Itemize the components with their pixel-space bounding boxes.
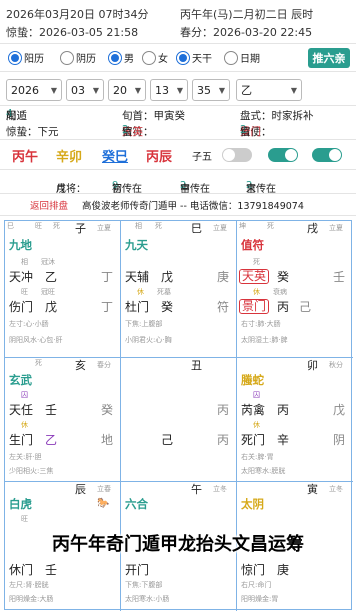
- palace-cell: 死 亥 春分 玄武 囚 天任 壬 癸 休 生门 乙 地 左关:肝·胆 少阳相火:…: [5, 358, 121, 482]
- door-name: 休门: [9, 563, 34, 577]
- god-name: 值符: [241, 238, 264, 252]
- chevron-down-icon: ▼: [176, 85, 183, 95]
- options-row: 阳历 阴历 男 女 天干 日期 推六亲: [0, 44, 356, 72]
- radio-indicator: [108, 50, 122, 65]
- toggle-switch-2[interactable]: [268, 148, 298, 162]
- god-name: 六合: [125, 497, 148, 511]
- star-name: 天冲: [9, 270, 34, 284]
- contact-text: 高俊波老师传奇门遁甲 -- 电话微信：13791849074: [82, 201, 304, 212]
- horse-icon: 🐎: [97, 498, 110, 509]
- sanchuan-info: 月将：戊 初传在 9 宫 中传在 2 宫 末传在 2 宫: [0, 170, 356, 195]
- pillar-month: 辛卯: [56, 150, 83, 165]
- chunfen-time: 春分：2026-03-20 22:45: [180, 26, 313, 39]
- god-name: 九天: [125, 238, 148, 252]
- radio-indicator: [224, 50, 238, 65]
- pillar-day: 癸巳: [102, 150, 129, 165]
- door-name: 死门: [241, 433, 266, 447]
- god-name: 太阴: [241, 497, 264, 511]
- pillar-year: 丙午: [12, 150, 39, 165]
- chevron-down-icon: ▼: [290, 85, 297, 95]
- radio-indicator: [176, 50, 190, 65]
- date-selectors: 2026 ▼ 03 ▼ 20 ▼ 13 ▼ 35 ▼ 乙 ▼: [0, 72, 356, 106]
- overlay-caption: 丙午年奇门遁甲龙抬头文昌运筹: [52, 534, 304, 555]
- ziwu-toggle[interactable]: [222, 148, 252, 162]
- radio-indicator: [8, 50, 22, 65]
- jingzhe-time: 惊蛰：2026-03-05 21:58: [6, 26, 139, 39]
- palace-cell: 巳 旺 死 子 立夏 九地 相 冠沐 天冲 乙 丁 旺 冠旺 伤门 戊 丁 左寸…: [5, 221, 121, 358]
- gan-select[interactable]: 乙 ▼: [236, 79, 302, 101]
- radio-male[interactable]: 男: [108, 50, 134, 65]
- god-name: 玄武: [9, 373, 32, 387]
- pillar-hour: 丙辰: [146, 150, 173, 165]
- tui-liuqin-button[interactable]: 推六亲: [308, 48, 350, 68]
- lunar-datetime: 丙午年(马)二月初二日 辰时: [180, 8, 314, 21]
- radio-lunar[interactable]: 阴历: [60, 50, 96, 65]
- door-name: 杜门: [125, 300, 150, 314]
- chevron-down-icon: ▼: [134, 85, 141, 95]
- star-name: 天辅: [125, 270, 150, 284]
- hour-select[interactable]: 13 ▼: [150, 79, 188, 101]
- palace-cell-center: 丑 丙 己 丙: [121, 358, 237, 482]
- star-name: 天任: [9, 403, 34, 417]
- god-name: 九地: [9, 238, 32, 252]
- radio-tiangan[interactable]: 天干: [176, 50, 212, 65]
- return-bar: 返回排盘 高俊波老师传奇门遁甲 -- 电话微信：13791849074: [0, 194, 356, 216]
- four-pillars: 丙午 辛卯 癸巳 丙辰 子五: [0, 140, 356, 170]
- solar-datetime: 2026年03月20日 07时34分: [6, 8, 149, 21]
- door-name: 生门: [9, 433, 34, 447]
- radio-date[interactable]: 日期: [224, 50, 260, 65]
- palace-cell: 卯 秋分 螣蛇 囚 芮禽 丙 戊 休 死门 辛 阴 右关:脾·胃 太阳寒水:膀胱: [237, 358, 353, 482]
- star-name: 芮禽: [241, 403, 266, 417]
- door-name: 惊门: [241, 563, 266, 577]
- toggle-switch-3[interactable]: [312, 148, 342, 162]
- palace-cell: 坤 死 戌 立夏 值符 死 天英 癸 壬 休 衰病 景门 丙 己 右寸:肺·大肠…: [237, 221, 353, 358]
- panshi-info: 盘式：时家拆补: [240, 110, 314, 122]
- year-select[interactable]: 2026 ▼: [6, 79, 62, 101]
- radio-female[interactable]: 女: [142, 50, 168, 65]
- radio-indicator: [60, 50, 74, 65]
- ziwu-label: 子五: [192, 152, 212, 163]
- radio-indicator: [142, 50, 156, 65]
- star-name: 天英: [239, 269, 270, 285]
- door-name: 景门: [239, 299, 270, 315]
- return-link[interactable]: 返回排盘: [30, 198, 68, 212]
- header-bar: 2026年03月20日 07时34分 丙午年(马)二月初二日 辰时 惊蛰：202…: [0, 0, 356, 44]
- xunshou-info: 旬首：甲寅癸: [122, 110, 185, 122]
- door-name: 伤门: [9, 300, 34, 314]
- god-name: 螣蛇: [241, 373, 264, 387]
- ju-info: 阳遁 4 局 旬首：甲寅癸 盘式：时家拆补 惊蛰：下元 值符： 天英 2宫 值使： 景门…: [0, 106, 356, 140]
- chevron-down-icon: ▼: [50, 85, 57, 95]
- radio-solar[interactable]: 阳历: [8, 50, 44, 65]
- month-select[interactable]: 03 ▼: [66, 79, 104, 101]
- minute-select[interactable]: 35 ▼: [192, 79, 230, 101]
- jieqi-info: 惊蛰：下元: [6, 126, 59, 138]
- chevron-down-icon: ▼: [218, 85, 225, 95]
- door-name: 开门: [125, 563, 150, 577]
- god-name: 白虎: [9, 497, 32, 511]
- day-select[interactable]: 20 ▼: [108, 79, 146, 101]
- chevron-down-icon: ▼: [92, 85, 99, 95]
- palace-cell: 相 死 巳 立夏 九天 天辅 戊 庚 休 死墓 杜门 癸 符 下焦:上腹部 小阴…: [121, 221, 237, 358]
